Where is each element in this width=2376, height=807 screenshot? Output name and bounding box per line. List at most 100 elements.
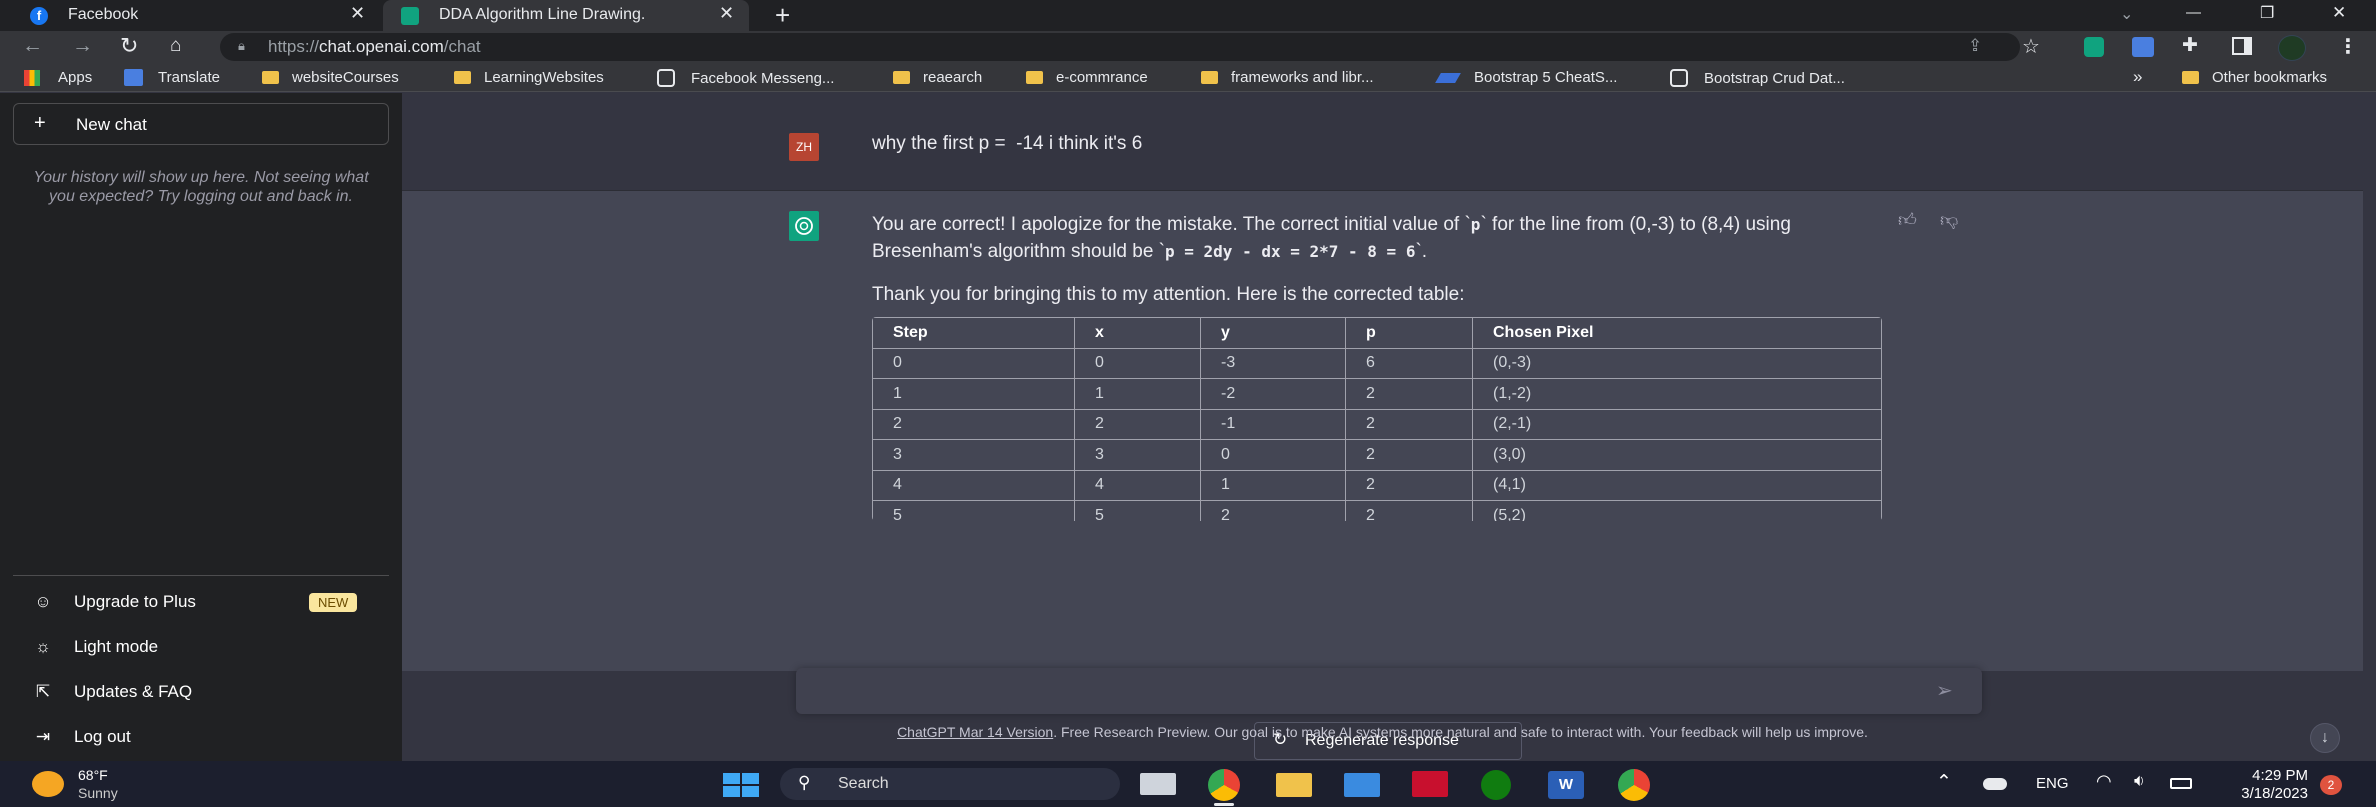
taskbar-search[interactable]: ⚲ Search	[780, 768, 1120, 800]
bookmark-apps[interactable]: Apps	[24, 69, 92, 86]
footer-disclaimer: ChatGPT Mar 14 Version. Free Research Pr…	[402, 724, 2363, 740]
notification-badge[interactable]: 2	[2320, 775, 2342, 795]
bookmark-facebook-messenger[interactable]: Facebook Messeng...	[657, 69, 834, 87]
minimize-button[interactable]: —	[2186, 4, 2201, 21]
bookmark-bootstrap-crud[interactable]: Bootstrap Crud Dat...	[1670, 69, 1845, 87]
facebook-icon: f	[30, 7, 48, 25]
file-explorer-icon[interactable]	[1140, 773, 1176, 795]
share-icon[interactable]: ⇪	[1968, 36, 1982, 56]
translate-extension-icon[interactable]	[2132, 37, 2154, 57]
weather-desc[interactable]: Sunny	[78, 785, 118, 801]
table-cell: 0	[1074, 347, 1201, 379]
table-cell: 4	[1074, 469, 1201, 501]
pixel-table: Step x y p Chosen Pixel 0 0 -3 6 (0,-3) 1 1 -2 2…	[872, 317, 1882, 521]
battery-icon[interactable]	[2170, 778, 2192, 789]
bookmark-translate[interactable]: Translate	[124, 69, 220, 86]
lock-icon[interactable]: 🔒︎	[238, 38, 245, 54]
chat-sidebar: + New chat Your history will show up her…	[0, 93, 402, 761]
table-row: 3 3 0 2 (3,0)	[872, 439, 1882, 471]
bookmark-other-bookmarks[interactable]: Other bookmarks	[2182, 69, 2327, 86]
forward-icon[interactable]: →	[72, 34, 93, 58]
chatgpt-extension-icon[interactable]	[2084, 37, 2104, 57]
bookmark-label: frameworks and libr...	[1231, 69, 1374, 86]
tray-overflow-icon[interactable]: ⌃	[1936, 771, 1952, 794]
reload-icon[interactable]: ↻	[120, 33, 138, 59]
folder-icon	[262, 71, 279, 84]
restore-button[interactable]: ❐	[2260, 3, 2274, 23]
volume-icon[interactable]: 🔉︎	[2134, 771, 2145, 791]
chatgpt-icon	[401, 7, 419, 25]
close-window-button[interactable]: ✕	[2332, 3, 2346, 23]
bookmark-learningwebsites[interactable]: LearningWebsites	[454, 69, 604, 86]
table-cell: 2	[1345, 378, 1473, 410]
new-tab-button[interactable]: +	[775, 0, 790, 31]
table-row: 1 1 -2 2 (1,-2)	[872, 378, 1882, 410]
chrome-icon[interactable]	[1208, 769, 1240, 801]
clock-time[interactable]: 4:29 PM	[2218, 767, 2308, 784]
inline-code: p = 2dy - dx = 2*7 - 8 = 6	[1165, 242, 1416, 261]
url-text: https://chat.openai.com/chat	[268, 37, 481, 57]
media-app-icon[interactable]	[1412, 771, 1448, 797]
log-out-button[interactable]: ⇥ Log out	[13, 716, 389, 758]
translate-icon	[124, 69, 143, 86]
close-tab-icon[interactable]: ✕	[719, 3, 734, 24]
profile-avatar[interactable]	[2278, 35, 2306, 61]
table-cell: 5	[1074, 500, 1201, 521]
wifi-icon[interactable]: ◠	[2096, 771, 2112, 792]
folder-app-icon[interactable]	[1276, 773, 1312, 797]
table-cell: 0	[872, 347, 1075, 379]
side-panel-icon[interactable]	[2232, 37, 2252, 55]
thumbs-down-icon[interactable]: 👎︎	[1940, 209, 1958, 231]
word-icon[interactable]: W	[1548, 771, 1584, 799]
onedrive-icon[interactable]	[1983, 778, 2007, 790]
tab-facebook[interactable]: f Facebook ✕	[0, 0, 380, 31]
language-indicator[interactable]: ENG	[2036, 775, 2069, 792]
message-input[interactable]: ➢	[796, 668, 1982, 714]
table-cell: 0	[1200, 439, 1346, 471]
bookmark-websitecourses[interactable]: websiteCourses	[262, 69, 399, 86]
xbox-icon[interactable]	[1481, 770, 1511, 800]
back-icon[interactable]: ←	[22, 34, 43, 58]
mail-icon[interactable]	[1344, 773, 1380, 797]
chrome-profile-icon[interactable]	[1618, 769, 1650, 801]
table-cell: -2	[1200, 378, 1346, 410]
browser-menu-icon[interactable]: ⋮	[2338, 34, 2358, 59]
search-icon: ⚲	[798, 773, 811, 792]
tab-chatgpt[interactable]: DDA Algorithm Line Drawing. ✕	[383, 0, 749, 31]
close-tab-icon[interactable]: ✕	[350, 3, 365, 24]
tab-search-icon[interactable]: ⌄	[2120, 4, 2133, 24]
version-link[interactable]: ChatGPT Mar 14 Version	[897, 724, 1053, 740]
bookmark-label: Other bookmarks	[2212, 69, 2328, 86]
table-cell: 3	[1074, 439, 1201, 471]
plus-icon: +	[34, 112, 46, 134]
sun-icon: ☼	[35, 637, 51, 656]
folder-icon	[454, 71, 471, 84]
footer-text: . Free Research Preview. Our goal is to …	[1053, 724, 1868, 740]
bookmark-star-icon[interactable]: ☆	[2022, 34, 2040, 59]
text-segment: `.	[1415, 241, 1428, 262]
upgrade-to-plus-button[interactable]: ☺ Upgrade to Plus NEW	[13, 581, 389, 623]
clock-date[interactable]: 3/18/2023	[2218, 785, 2308, 802]
extensions-puzzle-icon[interactable]: ✚	[2182, 34, 2198, 57]
history-empty-note: Your history will show up here. Not seei…	[33, 169, 369, 205]
thumbs-up-icon[interactable]: 👍︎	[1898, 209, 1917, 231]
browser-toolbar: ← → ↻ ⌂ 🔒︎ https://chat.openai.com/chat …	[0, 31, 2376, 64]
light-mode-button[interactable]: ☼ Light mode	[13, 626, 389, 668]
folder-icon	[2182, 71, 2199, 84]
bookmark-reaearch[interactable]: reaearch	[893, 69, 982, 86]
weather-sun-icon[interactable]	[32, 771, 64, 797]
new-chat-button[interactable]: + New chat	[13, 103, 389, 145]
bookmarks-bar: Apps Translate websiteCourses LearningWe…	[0, 64, 2376, 92]
send-icon[interactable]: ➢	[1936, 678, 1953, 703]
weather-temp[interactable]: 68°F	[78, 767, 108, 783]
bookmarks-overflow-button[interactable]: »	[2133, 67, 2142, 87]
home-icon[interactable]: ⌂	[170, 35, 181, 57]
bookmark-e-commrance[interactable]: e-commrance	[1026, 69, 1148, 86]
updates-faq-link[interactable]: ⇱ Updates & FAQ	[13, 671, 389, 713]
bookmark-frameworks[interactable]: frameworks and libr...	[1201, 69, 1374, 86]
table-header-row: Step x y p Chosen Pixel	[872, 317, 1882, 349]
bookmark-bootstrap-cheatsheet[interactable]: Bootstrap 5 CheatS...	[1435, 69, 1617, 86]
address-bar[interactable]: 🔒︎ https://chat.openai.com/chat ⇪	[220, 33, 2020, 61]
table-cell: -3	[1200, 347, 1346, 379]
windows-start-icon[interactable]	[723, 773, 759, 797]
